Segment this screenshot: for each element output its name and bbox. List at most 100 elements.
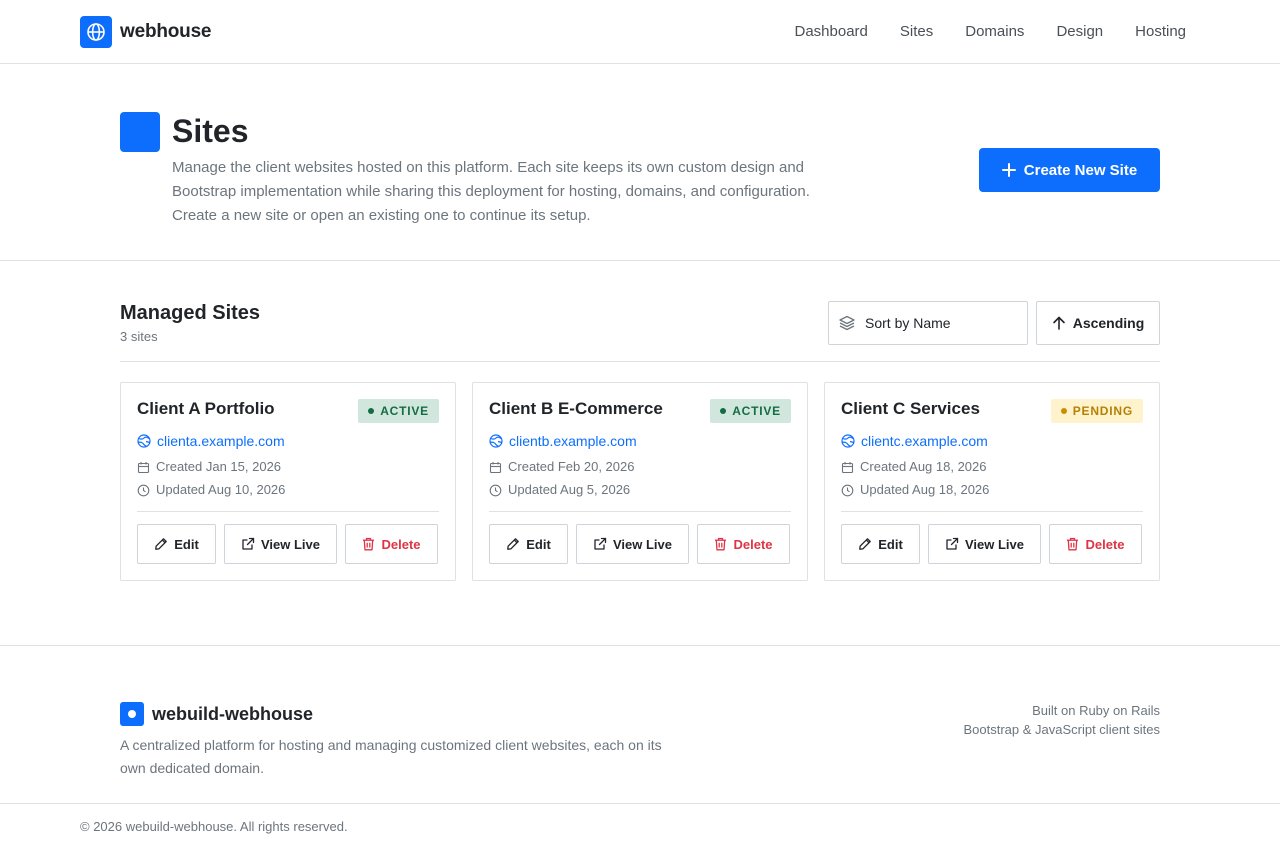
card-divider [489,511,791,512]
site-domain-link[interactable]: clientb.example.com [489,432,637,450]
top-navbar: webhouse Dashboard Sites Domains Design … [0,0,1280,64]
main-nav: Dashboard Sites Domains Design Hosting [795,22,1187,42]
section-divider [120,361,1160,362]
site-domain-link[interactable]: clientc.example.com [841,432,988,450]
delete-button[interactable]: Delete [697,524,790,564]
create-new-site-button[interactable]: Create New Site [979,148,1160,192]
clock-icon [841,484,854,496]
nav-link-design[interactable]: Design [1056,22,1103,42]
globe-icon [137,434,151,448]
site-domain-link[interactable]: clienta.example.com [137,432,285,450]
pencil-icon [507,538,520,550]
external-link-icon [242,537,255,550]
page-title: Sites [172,113,249,149]
site-name: Client A Portfolio [137,399,275,418]
site-domain: clientc.example.com [861,433,988,449]
nav-link-sites[interactable]: Sites [900,22,933,42]
globe-icon [489,434,503,448]
brand-link[interactable]: webhouse [80,16,212,48]
sort-select-value: Sort by Name [865,315,951,331]
site-name: Client B E-Commerce [489,399,663,418]
site-count: 3 sites [120,329,158,344]
site-card-list: Client A Portfolio ACTIVE clienta.exampl… [120,382,1160,581]
status-badge: ACTIVE [710,399,791,423]
copyright: © 2026 webuild-webhouse. All rights rese… [80,819,348,834]
created-text: Created Jan 15, 2026 [156,459,282,474]
site-name: Client C Services [841,399,980,418]
created-text: Created Aug 18, 2026 [860,459,987,474]
created-date: Created Aug 18, 2026 [841,459,987,475]
calendar-icon [841,461,854,473]
footer-tech-info: Built on Ruby on Rails Bootstrap & JavaS… [963,701,1160,739]
created-date: Created Feb 20, 2026 [489,459,634,475]
section-title: Managed Sites [120,302,261,324]
delete-button[interactable]: Delete [1049,524,1142,564]
card-divider [841,511,1143,512]
external-link-icon [594,537,607,550]
card-divider [137,511,439,512]
delete-label: Delete [381,536,421,552]
brand-name: webhouse [120,21,212,42]
updated-date: Updated Aug 5, 2026 [489,482,630,498]
card-actions: Edit View Live Delete [489,524,790,564]
view-live-button[interactable]: View Live [928,524,1041,564]
delete-label: Delete [733,536,773,552]
view-live-label: View Live [964,536,1024,552]
arrow-up-icon [1052,316,1065,330]
footer-tech-line: Bootstrap & JavaScript client sites [963,722,1160,737]
globe-icon [841,434,855,448]
status-label: ACTIVE [380,404,429,418]
updated-date: Updated Aug 10, 2026 [137,482,285,498]
footer-brand-name: webuild-webhouse [152,703,314,724]
view-live-label: View Live [260,536,320,552]
calendar-icon [137,461,150,473]
site-domain: clientb.example.com [509,433,637,449]
clock-icon [137,484,150,496]
footer-logo-icon [120,702,144,726]
delete-button[interactable]: Delete [345,524,438,564]
nav-link-dashboard[interactable]: Dashboard [795,22,868,42]
pencil-icon [155,538,168,550]
updated-date: Updated Aug 18, 2026 [841,482,989,498]
create-new-site-label: Create New Site [1023,161,1138,179]
edit-button[interactable]: Edit [137,524,216,564]
calendar-icon [489,461,502,473]
edit-button[interactable]: Edit [489,524,568,564]
trash-icon [715,537,727,551]
layers-icon [839,315,855,331]
sort-order-label: Ascending [1072,315,1145,331]
view-live-button[interactable]: View Live [576,524,689,564]
updated-text: Updated Aug 5, 2026 [508,482,631,497]
page-header: Sites Manage the client websites hosted … [0,64,1280,261]
edit-label: Edit [878,536,903,552]
nav-link-hosting[interactable]: Hosting [1135,22,1186,42]
edit-button[interactable]: Edit [841,524,920,564]
pencil-icon [859,538,872,550]
footer-brand: webuild-webhouse [120,702,313,726]
site-card: Client A Portfolio ACTIVE clienta.exampl… [120,382,456,581]
status-dot [720,408,727,414]
clock-icon [489,484,502,496]
plus-icon [1001,163,1016,177]
globe-icon [80,16,112,48]
card-actions: Edit View Live Delete [841,524,1142,564]
trash-icon [363,537,375,551]
sort-order-button[interactable]: Ascending [1036,301,1160,345]
view-live-button[interactable]: View Live [224,524,337,564]
nav-link-domains[interactable]: Domains [965,22,1024,42]
sort-select[interactable]: Sort by Name [828,301,1028,345]
edit-label: Edit [174,536,199,552]
status-dot [368,408,375,414]
updated-text: Updated Aug 18, 2026 [860,482,990,497]
external-link-icon [946,537,959,550]
card-actions: Edit View Live Delete [137,524,438,564]
page-description: Manage the client websites hosted on thi… [172,159,810,224]
created-date: Created Jan 15, 2026 [137,459,281,475]
status-label: PENDING [1072,404,1133,418]
footer-description: A centralized platform for hosting and m… [120,737,662,776]
status-dot [1060,408,1067,414]
edit-label: Edit [526,536,551,552]
site-card: Client B E-Commerce ACTIVE clientb.examp… [472,382,808,581]
status-label: ACTIVE [732,404,781,418]
sites-icon [120,112,160,152]
